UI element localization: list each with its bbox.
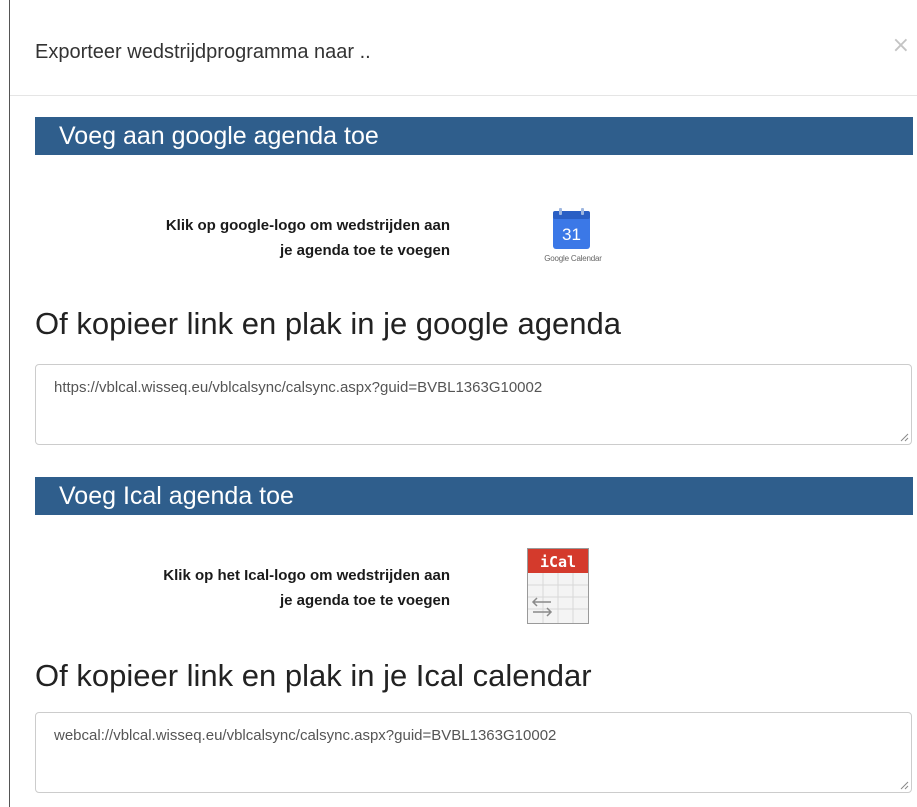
close-button[interactable]: ×: [892, 35, 910, 57]
google-instruction-line2: je agenda toe te voegen: [279, 242, 450, 259]
google-section-heading: Voeg aan google agenda toe: [35, 117, 913, 155]
ical-section-heading: Voeg Ical agenda toe: [35, 477, 913, 515]
ical-instruction-line2: je agenda toe te voegen: [279, 592, 450, 609]
ical-calendar-icon: iCal: [527, 548, 589, 624]
resize-handle-icon[interactable]: [899, 780, 909, 790]
google-calendar-number: 31: [562, 225, 581, 244]
resize-handle-icon[interactable]: [899, 432, 909, 442]
ical-instruction-line1: Klik op het Ical-logo om wedstrijden aan: [163, 567, 450, 584]
google-calendar-caption: Google Calendar: [544, 254, 602, 263]
ical-link-field[interactable]: webcal://vblcal.wisseq.eu/vblcalsync/cal…: [35, 712, 912, 793]
google-calendar-logo-button[interactable]: 31 Google Calendar: [528, 206, 618, 266]
google-instruction: Klik op google-logo om wedstrijden aan j…: [0, 213, 450, 263]
google-link-field[interactable]: https://vblcal.wisseq.eu/vblcalsync/cals…: [35, 364, 912, 445]
google-copy-label: Of kopieer link en plak in je google age…: [35, 306, 621, 341]
ical-instruction: Klik op het Ical-logo om wedstrijden aan…: [0, 563, 450, 613]
modal-title: Exporteer wedstrijdprogramma naar ..: [35, 41, 371, 63]
ical-copy-label: Of kopieer link en plak in je Ical calen…: [35, 658, 592, 693]
modal-header: Exporteer wedstrijdprogramma naar .. ×: [10, 0, 917, 96]
ical-logo-button[interactable]: iCal: [527, 548, 589, 624]
ical-logo-text: iCal: [540, 553, 576, 571]
window-edge: [9, 0, 10, 807]
export-modal: Exporteer wedstrijdprogramma naar .. × V…: [0, 0, 917, 807]
google-instruction-line1: Klik op google-logo om wedstrijden aan: [165, 217, 450, 234]
google-calendar-icon: 31: [553, 208, 590, 249]
